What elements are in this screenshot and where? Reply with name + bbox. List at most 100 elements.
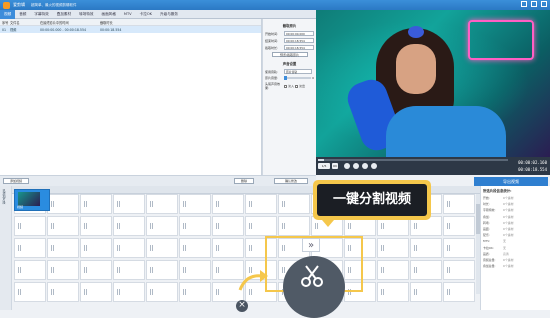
timeline-cell[interactable] — [377, 238, 409, 258]
zoom-ok-button[interactable]: OK — [332, 163, 338, 169]
timeline-cell[interactable] — [443, 238, 475, 258]
info-key: 音频总量: — [483, 257, 496, 262]
volume-slider[interactable] — [283, 76, 312, 80]
timeline-cell[interactable] — [443, 260, 475, 280]
info-key: 字幕特效: — [483, 208, 496, 213]
tab-karaoke[interactable]: 卡拉OK — [136, 10, 156, 19]
timeline-cell[interactable] — [47, 260, 79, 280]
tab-transition[interactable]: 转场特效 — [75, 10, 97, 19]
col-duration: 截取时长 — [100, 20, 113, 25]
timeline-cell[interactable] — [278, 216, 310, 236]
timeline-cell[interactable] — [443, 216, 475, 236]
timeline-cell[interactable] — [179, 216, 211, 236]
timeline-cell[interactable] — [212, 194, 244, 214]
drag-handle-icon — [282, 201, 285, 207]
timeline-cell[interactable] — [443, 194, 475, 214]
duration-label: 截取时长: — [265, 45, 279, 50]
tab-subtitle[interactable]: 字幕特效 — [30, 10, 52, 19]
close-icon[interactable]: × — [236, 300, 248, 312]
preview-clip-button[interactable]: 预览/截取原片 — [271, 52, 308, 57]
table-row[interactable]: 01 视频 00:00:00.000 - 00:00:18.554 00:00:… — [0, 26, 261, 33]
timeline-cell[interactable] — [47, 238, 79, 258]
timeline-cell[interactable] — [80, 194, 112, 214]
timeline-cell[interactable] — [113, 282, 145, 302]
fade-out-checkbox[interactable] — [295, 84, 299, 88]
timeline-clip[interactable]: 视频 — [14, 189, 50, 211]
timeline-cell[interactable] — [80, 260, 112, 280]
curved-arrow-icon — [238, 270, 268, 291]
info-row: 音频总量: 0个素材 — [483, 258, 548, 262]
minimize-button[interactable] — [521, 1, 527, 7]
confirm-edit-button[interactable]: 确认修改 — [274, 178, 308, 184]
timeline-cell[interactable] — [377, 260, 409, 280]
drag-handle-icon — [51, 223, 54, 229]
timeline-cell[interactable] — [14, 260, 46, 280]
timeline-cell[interactable] — [410, 260, 442, 280]
timeline-cell[interactable] — [443, 282, 475, 302]
timeline-cell[interactable] — [14, 238, 46, 258]
timeline-cell[interactable] — [80, 282, 112, 302]
video-preview[interactable] — [316, 10, 550, 157]
tab-video[interactable]: 视频 — [0, 9, 16, 19]
info-key: 卡拉OK: — [483, 245, 494, 250]
timeline-cell[interactable] — [47, 282, 79, 302]
drag-handle-icon — [183, 267, 186, 273]
timeline-cell[interactable] — [245, 194, 277, 214]
delete-button[interactable]: 删除 — [234, 178, 254, 184]
next-frame-button[interactable] — [371, 163, 377, 169]
timeline-cell[interactable] — [14, 282, 46, 302]
main-tabs: 视频 音频 字幕特效 叠加素材 转场特效 画面风格 MTV 卡拉OK 升级与服务 — [0, 9, 316, 19]
timeline-cell[interactable] — [113, 194, 145, 214]
maximize-button[interactable] — [531, 1, 537, 7]
timeline-cell[interactable] — [113, 216, 145, 236]
timeline-cell[interactable] — [146, 238, 178, 258]
play-button[interactable] — [344, 163, 350, 169]
add-video-button[interactable]: 添加视频 — [3, 178, 29, 184]
timeline-cell[interactable] — [80, 238, 112, 258]
timeline-cell[interactable] — [47, 194, 79, 214]
close-window-button[interactable] — [541, 1, 547, 7]
timeline-cell[interactable] — [179, 282, 211, 302]
tab-overlay[interactable]: 叠加素材 — [53, 10, 75, 19]
timeline-cell[interactable] — [212, 216, 244, 236]
tab-style[interactable]: 画面风格 — [98, 10, 120, 19]
neon-frame — [468, 20, 534, 60]
timeline-cell[interactable] — [410, 238, 442, 258]
tab-audio[interactable]: 音频 — [15, 10, 30, 19]
timeline-cell[interactable] — [179, 238, 211, 258]
timeline-cell[interactable] — [410, 282, 442, 302]
timeline-cell[interactable] — [245, 216, 277, 236]
clip-info-panel: 所选片段信息统计: 开始: 0个素材 时长: 0个素材 字幕特效: 0个素材 叠加: 0个素材… — [480, 186, 550, 310]
timeline-cell[interactable] — [47, 216, 79, 236]
timeline-cell[interactable] — [146, 216, 178, 236]
drag-handle-icon — [84, 223, 87, 229]
col-index: 序号 — [2, 20, 9, 25]
tab-mtv[interactable]: MTV — [120, 10, 136, 19]
timeline-cell[interactable] — [146, 260, 178, 280]
start-time-input[interactable]: 00:00:00.000 — [284, 31, 314, 36]
timeline-cell[interactable] — [377, 282, 409, 302]
timeline-cell[interactable] — [179, 260, 211, 280]
timeline-cell[interactable] — [14, 216, 46, 236]
timeline-cell[interactable] — [80, 216, 112, 236]
timeline-cell[interactable] — [113, 238, 145, 258]
timeline-cell[interactable] — [278, 194, 310, 214]
info-key: 时长: — [483, 202, 490, 207]
zoom-select[interactable]: 1/5 — [318, 163, 330, 169]
timeline-cell[interactable] — [113, 260, 145, 280]
prev-frame-button[interactable] — [362, 163, 368, 169]
timeline-cell[interactable] — [146, 282, 178, 302]
drag-handle-icon — [381, 245, 384, 251]
track-subtitle[interactable] — [14, 238, 480, 258]
timeline-cell[interactable] — [146, 194, 178, 214]
timeline-cell[interactable] — [212, 238, 244, 258]
export-video-button[interactable]: 导出视频 — [474, 177, 548, 186]
fade-in-checkbox[interactable] — [284, 84, 287, 88]
drag-handle-icon — [183, 223, 186, 229]
stop-button[interactable] — [353, 163, 359, 169]
tab-upgrade[interactable]: 升级与服务 — [156, 10, 182, 19]
end-time-input[interactable]: 00:00:18.554 — [284, 38, 314, 43]
timeline-cell[interactable] — [179, 194, 211, 214]
audio-track-select[interactable]: 原片音轨 — [284, 69, 312, 74]
seek-bar[interactable] — [318, 159, 508, 161]
